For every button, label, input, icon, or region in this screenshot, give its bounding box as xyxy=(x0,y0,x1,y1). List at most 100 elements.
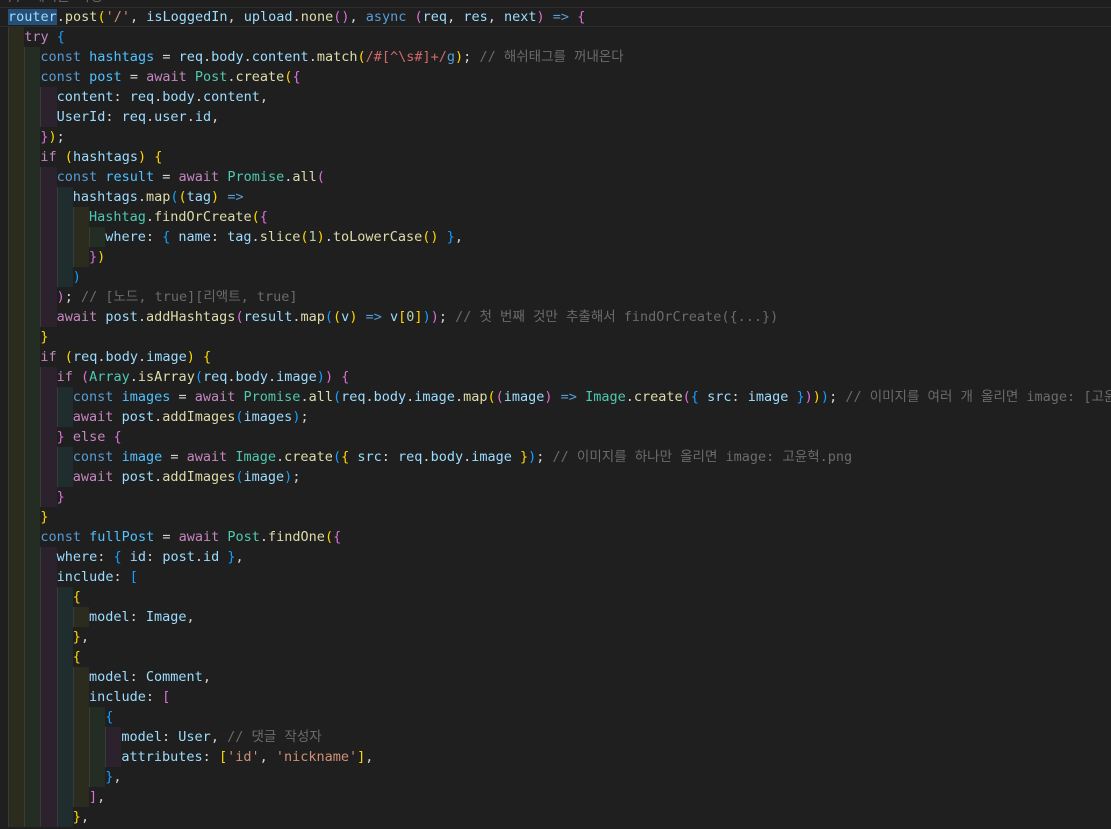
code-token: . xyxy=(154,469,163,485)
code-line[interactable]: { xyxy=(0,647,1111,667)
code-line[interactable]: where: { name: tag.slice(1).toLowerCase(… xyxy=(0,227,1111,247)
code-token: , xyxy=(235,549,244,565)
code-line[interactable]: // 게시글 작성 xyxy=(0,0,1111,7)
indent-guide xyxy=(40,807,57,827)
code-line[interactable]: { xyxy=(0,587,1111,607)
code-token: model xyxy=(89,609,130,625)
code-line[interactable]: include: [ xyxy=(0,687,1111,707)
code-token: body xyxy=(235,369,269,385)
code-line[interactable]: await post.addImages(image); xyxy=(0,467,1111,487)
code-line[interactable]: router.post('/', isLoggedIn, upload.none… xyxy=(0,7,1111,27)
code-token: . xyxy=(422,449,431,465)
code-line[interactable]: await post.addHashtags(result.map((v) =>… xyxy=(0,307,1111,327)
code-token: ) xyxy=(72,269,81,285)
code-token: all xyxy=(292,169,317,185)
code-line[interactable]: }, xyxy=(0,627,1111,647)
code-line[interactable]: }); xyxy=(0,127,1111,147)
code-line[interactable]: ], xyxy=(0,787,1111,807)
code-line[interactable]: const images = await Promise.all(req.bod… xyxy=(0,387,1111,407)
indent-guide xyxy=(24,67,41,87)
code-token: tag xyxy=(227,229,252,245)
code-line[interactable]: UserId: req.user.id, xyxy=(0,107,1111,127)
code-line[interactable]: const post = await Post.create({ xyxy=(0,67,1111,87)
code-line[interactable]: model: Image, xyxy=(0,607,1111,627)
indent-guide xyxy=(8,207,25,227)
indent-guide xyxy=(56,187,73,207)
indent-guide xyxy=(8,587,25,607)
code-line[interactable]: ) xyxy=(0,267,1111,287)
code-line[interactable]: } xyxy=(0,487,1111,507)
indent-guide xyxy=(8,287,25,307)
indent-guide xyxy=(24,767,41,787)
code-token: } xyxy=(56,489,65,505)
code-line[interactable]: const hashtags = req.body.content.match(… xyxy=(0,47,1111,67)
code-text: await post.addImages(image); xyxy=(73,467,301,487)
code-line[interactable]: const fullPost = await Post.findOne({ xyxy=(0,527,1111,547)
code-token: UserId xyxy=(56,109,106,125)
code-token: ; xyxy=(829,389,846,405)
code-line[interactable]: } xyxy=(0,507,1111,527)
code-line[interactable]: if (Array.isArray(req.body.image)) { xyxy=(0,367,1111,387)
indent-guide xyxy=(8,107,25,127)
code-line[interactable]: Hashtag.findOrCreate({ xyxy=(0,207,1111,227)
code-editor[interactable]: // 게시글 작성router.post('/', isLoggedIn, up… xyxy=(0,0,1111,829)
indent-guide xyxy=(56,407,73,427)
code-token: { xyxy=(203,349,212,365)
indent-guide xyxy=(24,387,41,407)
code-token: images xyxy=(121,389,171,405)
code-line[interactable]: const image = await Image.create({ src: … xyxy=(0,447,1111,467)
code-token: { xyxy=(259,209,268,225)
code-token: const xyxy=(40,529,82,545)
indent-guide xyxy=(24,327,41,347)
code-token: : xyxy=(210,229,228,245)
code-token: ) xyxy=(211,189,220,205)
code-line[interactable]: } xyxy=(0,327,1111,347)
code-line[interactable]: try { xyxy=(0,27,1111,47)
code-token: ( xyxy=(251,209,260,225)
code-token: ( xyxy=(81,369,90,385)
code-token: , xyxy=(365,749,374,765)
code-line[interactable]: }, xyxy=(0,807,1111,827)
code-token: ) xyxy=(544,389,553,405)
code-line[interactable]: content: req.body.content, xyxy=(0,87,1111,107)
code-token: () xyxy=(333,9,350,25)
indent-guide xyxy=(89,707,106,727)
indent-guide xyxy=(8,627,25,647)
code-line[interactable]: where: { id: post.id }, xyxy=(0,547,1111,567)
code-line[interactable]: { xyxy=(0,707,1111,727)
code-token: create xyxy=(284,449,333,465)
code-token: : xyxy=(113,89,130,105)
code-token: ( xyxy=(170,189,179,205)
code-line[interactable]: attributes: ['id', 'nickname'], xyxy=(0,747,1111,767)
code-token: await xyxy=(194,389,236,405)
code-line[interactable]: include: [ xyxy=(0,567,1111,587)
code-line[interactable]: const result = await Promise.all( xyxy=(0,167,1111,187)
code-line[interactable]: if (hashtags) { xyxy=(0,147,1111,167)
code-line[interactable]: ); // [노드, true][리액트, true] xyxy=(0,287,1111,307)
indent-guide xyxy=(8,687,25,707)
code-line[interactable]: } else { xyxy=(0,427,1111,447)
code-line[interactable]: model: User, // 댓글 작성자 xyxy=(0,727,1111,747)
code-token: id xyxy=(129,549,147,565)
code-line[interactable]: }) xyxy=(0,247,1111,267)
code-line[interactable]: hashtags.map((tag) => xyxy=(0,187,1111,207)
code-token: toLowerCase xyxy=(332,229,423,245)
code-token: { xyxy=(162,229,171,245)
code-token: : xyxy=(113,569,130,585)
code-line[interactable]: model: Comment, xyxy=(0,667,1111,687)
indent-guide xyxy=(8,547,25,567)
code-token: ) xyxy=(316,229,325,245)
code-token: req xyxy=(72,349,98,365)
code-token: post xyxy=(105,309,138,325)
indent-guide xyxy=(8,87,25,107)
code-token: { xyxy=(113,549,122,565)
indent-guide xyxy=(40,307,57,327)
code-line[interactable]: }, xyxy=(0,767,1111,787)
code-line[interactable]: if (req.body.image) { xyxy=(0,347,1111,367)
indent-guide xyxy=(40,387,57,407)
code-token: Promise xyxy=(227,169,285,185)
code-line[interactable]: await post.addImages(images); xyxy=(0,407,1111,427)
code-token: , xyxy=(80,809,90,825)
